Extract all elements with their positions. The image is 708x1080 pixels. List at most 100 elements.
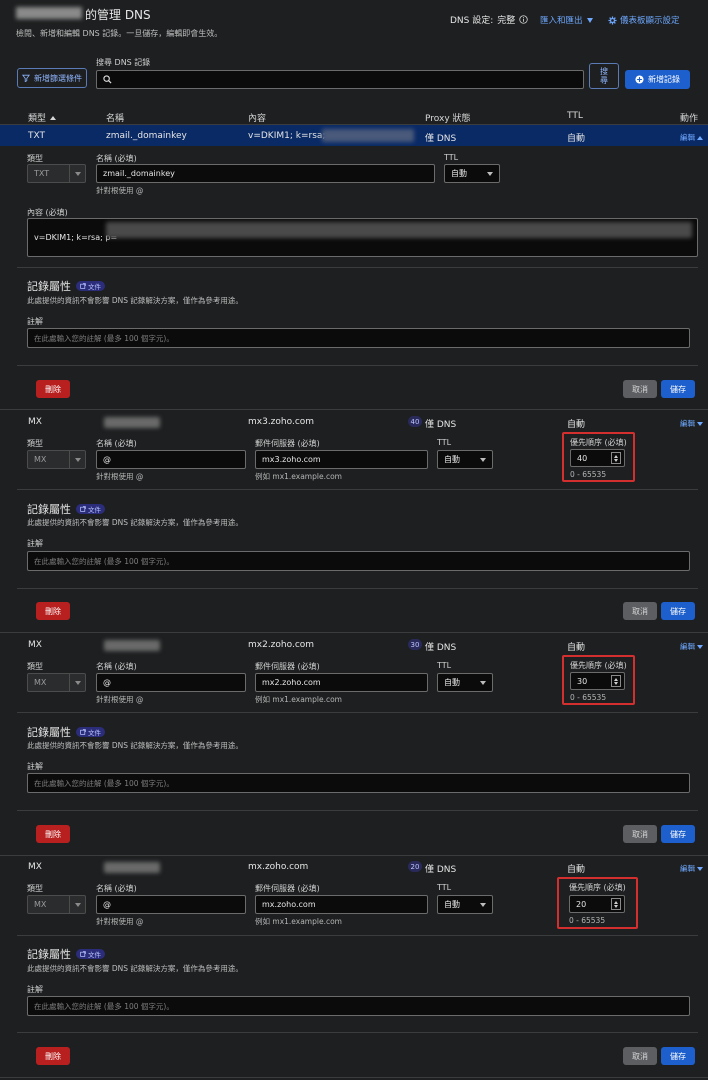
dns-setting: DNS 設定: 完整 — [450, 13, 528, 26]
edit-toggle[interactable]: 編輯 — [680, 641, 703, 652]
ttl-select[interactable]: 自動 — [444, 164, 500, 183]
name-input[interactable]: zmail._domainkey — [96, 164, 435, 183]
row-type: MX — [28, 640, 42, 650]
priority-input[interactable]: 40 — [570, 449, 625, 467]
info-icon[interactable] — [519, 15, 528, 24]
save-button[interactable]: 儲存 — [661, 380, 695, 398]
cancel-button[interactable]: 取消 — [623, 825, 657, 843]
stepper-icon[interactable] — [611, 898, 621, 910]
doc-tag[interactable]: 文件 — [76, 727, 105, 737]
name-label: 名稱 (必填) — [96, 154, 137, 163]
type-select-value: MX — [34, 900, 47, 909]
delete-button[interactable]: 刪除 — [36, 602, 70, 620]
name-hint: 針對根使用 @ — [96, 186, 144, 195]
row-type: MX — [28, 417, 42, 427]
comment-input[interactable]: 在此處輸入您的註解 (最多 100 個字元)。 — [27, 328, 690, 348]
stepper-icon[interactable] — [611, 452, 621, 464]
save-button[interactable]: 儲存 — [661, 602, 695, 620]
priority-input[interactable]: 30 — [570, 672, 625, 690]
attrs-title-text: 記錄屬性 — [27, 503, 71, 516]
priority-hint: 0 - 65535 — [570, 693, 607, 702]
mail-server-hint: 例如 mx1.example.com — [255, 472, 342, 481]
comment-input[interactable]: 在此處輸入您的註解 (最多 100 個字元)。 — [27, 996, 690, 1016]
doc-tag-label: 文件 — [88, 506, 101, 514]
mail-server-input[interactable]: mx3.zoho.com — [255, 450, 428, 469]
mail-server-input[interactable]: mx.zoho.com — [255, 895, 428, 914]
delete-button[interactable]: 刪除 — [36, 825, 70, 843]
record-attributes-title: 記錄屬性 文件 — [27, 278, 105, 294]
record-attributes-desc: 此處提供的資訊不會影響 DNS 記錄解決方案，僅作為參考用途。 — [27, 964, 243, 973]
edit-toggle[interactable]: 編輯 — [680, 418, 703, 429]
column-name: 名稱 — [106, 114, 125, 124]
doc-tag[interactable]: 文件 — [76, 281, 105, 291]
row-type: TXT — [28, 131, 46, 141]
doc-tag[interactable]: 文件 — [76, 504, 105, 514]
name-input[interactable]: @ — [96, 895, 246, 914]
mail-server-input[interactable]: mx2.zoho.com — [255, 673, 428, 692]
ttl-label: TTL — [444, 153, 459, 162]
row-name-redacted — [104, 862, 160, 873]
search-button[interactable]: 搜尋 — [589, 63, 619, 89]
comment-input[interactable]: 在此處輸入您的註解 (最多 100 個字元)。 — [27, 773, 690, 793]
comment-placeholder: 在此處輸入您的註解 (最多 100 個字元)。 — [34, 556, 174, 566]
row-ttl: 自動 — [567, 865, 586, 875]
chevron-up-icon — [697, 135, 703, 140]
ttl-select[interactable]: 自動 — [437, 673, 493, 692]
name-input-value: zmail._domainkey — [103, 169, 175, 178]
record-attributes-desc: 此處提供的資訊不會影響 DNS 記錄解決方案，僅作為參考用途。 — [27, 518, 243, 527]
name-label: 名稱 (必填) — [96, 884, 137, 893]
attrs-title-text: 記錄屬性 — [27, 280, 71, 293]
name-input-value: @ — [103, 455, 111, 464]
priority-input[interactable]: 20 — [569, 895, 625, 913]
stepper-icon[interactable] — [611, 675, 621, 687]
name-input[interactable]: @ — [96, 673, 246, 692]
ttl-select-value: 自動 — [444, 455, 460, 464]
add-record-button[interactable]: 新增記錄 — [625, 70, 690, 89]
priority-value: 20 — [576, 899, 587, 909]
comment-placeholder: 在此處輸入您的註解 (最多 100 個字元)。 — [34, 1001, 174, 1011]
priority-badge: 30 — [408, 639, 422, 650]
sort-up-icon — [50, 115, 57, 120]
attrs-title-text: 記錄屬性 — [27, 726, 71, 739]
ttl-select[interactable]: 自動 — [437, 450, 493, 469]
priority-value: 30 — [577, 676, 588, 686]
edit-label: 編輯 — [680, 864, 695, 873]
chevron-down-icon — [74, 171, 81, 176]
cancel-button[interactable]: 取消 — [623, 380, 657, 398]
chevron-down-icon — [74, 680, 81, 685]
save-button[interactable]: 儲存 — [661, 825, 695, 843]
name-input[interactable]: @ — [96, 450, 246, 469]
chevron-down-icon — [697, 421, 703, 426]
edit-toggle[interactable]: 編輯 — [680, 132, 703, 143]
cancel-button[interactable]: 取消 — [623, 1047, 657, 1065]
mail-server-value: mx2.zoho.com — [262, 678, 321, 687]
type-select: MX — [27, 895, 86, 914]
column-type[interactable]: 類型 — [28, 111, 57, 124]
ttl-select-value: 自動 — [451, 169, 467, 178]
name-label: 名稱 (必填) — [96, 439, 137, 448]
record-divider — [0, 409, 708, 410]
comment-input[interactable]: 在此處輸入您的註解 (最多 100 個字元)。 — [27, 551, 690, 571]
edit-toggle[interactable]: 編輯 — [680, 863, 703, 874]
doc-tag-label: 文件 — [88, 951, 101, 959]
record-attributes-title: 記錄屬性 文件 — [27, 724, 105, 740]
mail-server-label: 郵件伺服器 (必填) — [255, 884, 320, 893]
column-ttl: TTL — [567, 111, 583, 121]
doc-tag[interactable]: 文件 — [76, 949, 105, 959]
type-label: 類型 — [27, 439, 43, 448]
import-export-menu[interactable]: 匯入和匯出 — [540, 14, 593, 26]
add-filter-label: 新增篩選條件 — [34, 73, 82, 83]
ttl-select[interactable]: 自動 — [437, 895, 493, 914]
delete-button[interactable]: 刪除 — [36, 380, 70, 398]
search-input[interactable] — [96, 70, 584, 89]
dashboard-display-settings[interactable]: 儀表板顯示設定 — [608, 14, 680, 26]
comment-label: 註解 — [27, 762, 43, 771]
delete-button[interactable]: 刪除 — [36, 1047, 70, 1065]
save-button[interactable]: 儲存 — [661, 1047, 695, 1065]
priority-badge: 40 — [408, 416, 422, 427]
row-name-redacted — [104, 417, 160, 428]
cancel-button[interactable]: 取消 — [623, 602, 657, 620]
row-proxy: 僅 DNS — [425, 134, 457, 144]
gear-icon — [608, 15, 617, 25]
add-filter-button[interactable]: 新增篩選條件 — [17, 68, 87, 88]
